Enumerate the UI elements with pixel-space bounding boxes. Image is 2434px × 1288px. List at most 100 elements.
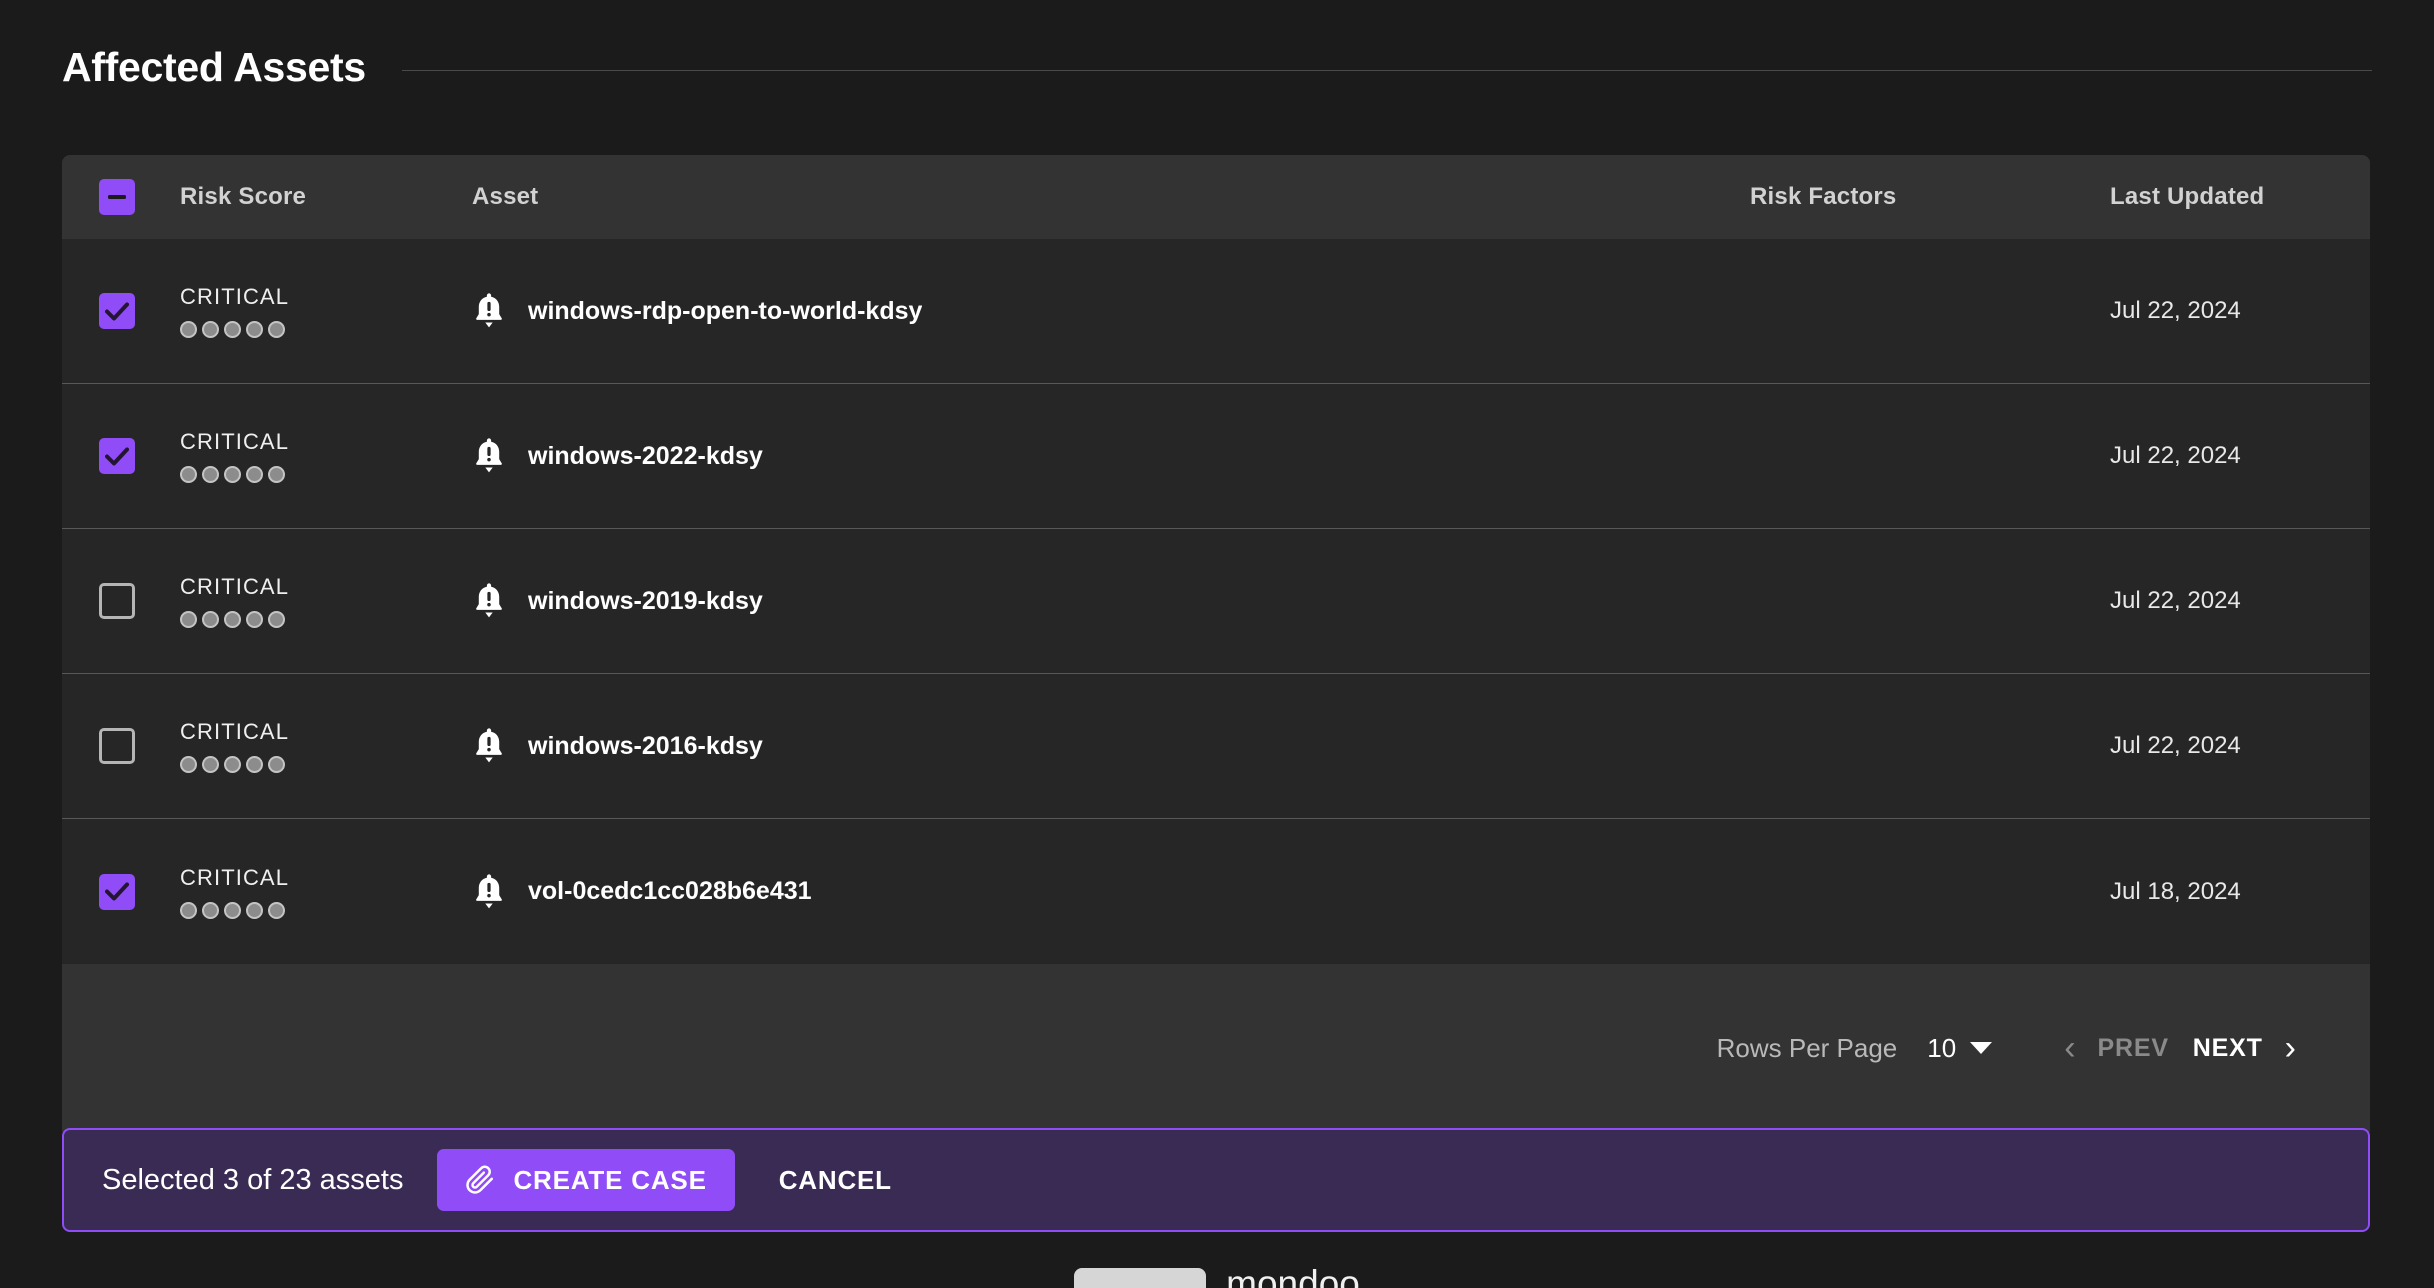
- asset-cell: vol-0cedc1cc028b6e431: [472, 873, 1750, 911]
- chevron-down-icon: [1970, 1042, 1993, 1054]
- last-updated-cell: Jul 18, 2024: [2110, 877, 2241, 905]
- asset-name[interactable]: windows-2016-kdsy: [528, 732, 763, 761]
- mondoo-logo-mark: [1074, 1268, 1207, 1288]
- alert-bell-icon: [472, 437, 506, 475]
- asset-name[interactable]: windows-2022-kdsy: [528, 442, 763, 471]
- risk-dot: [268, 321, 285, 338]
- risk-dot: [180, 611, 197, 628]
- chevron-left-icon[interactable]: ‹: [2054, 1031, 2085, 1065]
- table-row[interactable]: CRITICAL windows-rdp-open-to-world-kdsy Ju…: [62, 239, 2370, 384]
- last-updated-cell: Jul 22, 2024: [2110, 297, 2241, 324]
- last-updated-cell: Jul 22, 2024: [2110, 587, 2241, 614]
- asset-cell: windows-2022-kdsy: [472, 437, 1750, 475]
- check-icon: [105, 302, 129, 320]
- risk-dot: [180, 321, 197, 338]
- risk-dot: [224, 611, 241, 628]
- mondoo-logo: mondoo: [0, 1268, 2434, 1288]
- rows-per-page-label: Rows Per Page: [1716, 1032, 1898, 1063]
- table-row[interactable]: CRITICAL windows-2016-kdsy Jul 22, 2024: [62, 674, 2370, 819]
- risk-dot: [202, 611, 219, 628]
- risk-score-dots: [180, 611, 472, 628]
- risk-dot: [246, 321, 263, 338]
- title-divider: [401, 69, 2372, 71]
- row-select-checkbox[interactable]: [99, 293, 135, 329]
- chevron-right-icon[interactable]: ›: [2275, 1031, 2306, 1065]
- risk-severity-label: CRITICAL: [180, 284, 290, 309]
- alert-bell-icon: [472, 582, 506, 620]
- risk-severity-label: CRITICAL: [180, 574, 290, 599]
- risk-dot: [246, 901, 263, 919]
- row-select-cell: [62, 438, 180, 474]
- risk-severity-label: CRITICAL: [180, 864, 290, 890]
- asset-name[interactable]: windows-2019-kdsy: [528, 587, 763, 616]
- column-header-asset[interactable]: Asset: [472, 183, 1750, 211]
- check-icon: [105, 882, 129, 901]
- alert-bell-icon: [472, 873, 506, 911]
- selection-count-text: Selected 3 of 23 assets: [102, 1163, 404, 1196]
- affected-assets-page: Affected Assets Risk Score Asset Risk Fa…: [0, 0, 2434, 1288]
- column-header-risk-score[interactable]: Risk Score: [180, 183, 472, 211]
- row-select-checkbox[interactable]: [99, 873, 135, 910]
- table-pagination: Rows Per Page 10 ‹ PREV NEXT ›: [62, 964, 2370, 1132]
- risk-score-cell: CRITICAL: [180, 574, 472, 628]
- last-updated-cell: Jul 22, 2024: [2110, 442, 2241, 469]
- risk-dot: [224, 466, 241, 483]
- page-header: Affected Assets: [0, 0, 2434, 110]
- rows-per-page-value: 10: [1927, 1032, 1957, 1063]
- risk-dot: [180, 466, 197, 483]
- risk-score-dots: [180, 321, 472, 338]
- alert-bell-icon: [472, 292, 506, 330]
- create-case-button[interactable]: CREATE CASE: [437, 1149, 735, 1211]
- risk-dot: [224, 901, 241, 919]
- risk-score-dots: [180, 756, 472, 773]
- check-icon: [105, 447, 129, 465]
- create-case-label: CREATE CASE: [513, 1164, 707, 1195]
- table-header-row: Risk Score Asset Risk Factors Last Updat…: [62, 155, 2370, 239]
- page-title: Affected Assets: [62, 43, 366, 90]
- row-select-cell: [62, 583, 180, 619]
- pager-controls: ‹ PREV NEXT ›: [2054, 1031, 2306, 1065]
- risk-dot: [246, 466, 263, 483]
- asset-cell: windows-2016-kdsy: [472, 727, 1750, 765]
- risk-score-cell: CRITICAL: [180, 284, 472, 338]
- risk-severity-label: CRITICAL: [180, 719, 290, 744]
- risk-dot: [180, 756, 197, 773]
- column-header-last-updated[interactable]: Last Updated: [2110, 183, 2370, 211]
- rows-per-page-select[interactable]: 10: [1927, 1032, 1993, 1064]
- risk-score-dots: [180, 901, 472, 919]
- affected-assets-table: Risk Score Asset Risk Factors Last Updat…: [62, 155, 2370, 1132]
- risk-score-cell: CRITICAL: [180, 719, 472, 773]
- row-select-cell: [62, 873, 180, 910]
- row-select-checkbox[interactable]: [99, 728, 135, 764]
- mondoo-logo-text: mondoo: [1226, 1268, 1360, 1288]
- table-row[interactable]: CRITICAL windows-2019-kdsy Jul 22, 2024: [62, 529, 2370, 674]
- asset-cell: windows-2019-kdsy: [472, 582, 1750, 620]
- select-all-cell: [62, 179, 180, 215]
- risk-dot: [180, 901, 197, 919]
- row-select-checkbox[interactable]: [99, 583, 135, 619]
- last-updated-cell: Jul 22, 2024: [2110, 732, 2241, 759]
- risk-dot: [268, 756, 285, 773]
- next-page-button[interactable]: NEXT: [2181, 1034, 2275, 1063]
- risk-score-cell: CRITICAL: [180, 429, 472, 483]
- prev-page-button[interactable]: PREV: [2086, 1034, 2181, 1063]
- asset-name[interactable]: vol-0cedc1cc028b6e431: [528, 877, 812, 906]
- table-body: CRITICAL windows-rdp-open-to-world-kdsy Ju…: [62, 239, 2370, 964]
- table-row[interactable]: CRITICAL vol-0cedc1cc028b6e431 Jul 18, 202…: [62, 819, 2370, 964]
- asset-name[interactable]: windows-rdp-open-to-world-kdsy: [528, 297, 922, 326]
- risk-dot: [202, 466, 219, 483]
- risk-dot: [268, 611, 285, 628]
- alert-bell-icon: [472, 727, 506, 765]
- risk-dot: [202, 321, 219, 338]
- risk-dot: [268, 466, 285, 483]
- risk-dot: [224, 321, 241, 338]
- cancel-button[interactable]: CANCEL: [769, 1165, 902, 1196]
- table-row[interactable]: CRITICAL windows-2022-kdsy Jul 22, 2024: [62, 384, 2370, 529]
- risk-dot: [246, 756, 263, 773]
- column-header-risk-factors[interactable]: Risk Factors: [1750, 183, 2110, 211]
- risk-dot: [224, 756, 241, 773]
- paperclip-icon: [466, 1165, 494, 1194]
- risk-dot: [202, 756, 219, 773]
- row-select-checkbox[interactable]: [99, 438, 135, 474]
- select-all-checkbox[interactable]: [99, 179, 135, 215]
